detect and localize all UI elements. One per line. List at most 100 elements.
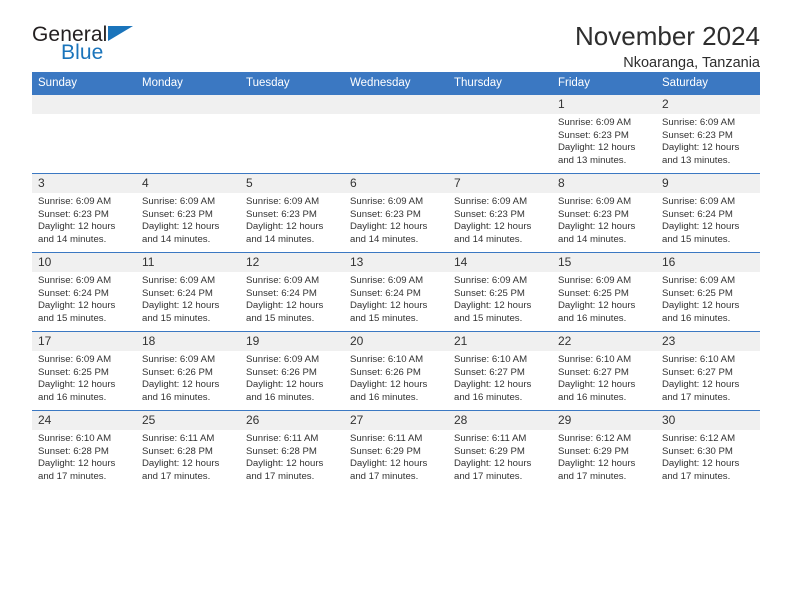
day-sun-info: Sunrise: 6:09 AM Sunset: 6:23 PM Daylight:…: [448, 193, 552, 246]
calendar-day-cell[interactable]: 29 Sunrise: 6:12 AM Sunset: 6:29 PM Dayligh…: [552, 410, 656, 489]
daylight-duration-line2: and 16 minutes.: [350, 391, 419, 403]
calendar-day-cell[interactable]: 27 Sunrise: 6:11 AM Sunset: 6:29 PM Dayligh…: [344, 410, 448, 489]
daylight-duration-line2: and 13 minutes.: [662, 154, 731, 166]
sunset-time: Sunset: 6:29 PM: [558, 445, 629, 457]
calendar-day-cell[interactable]: 25 Sunrise: 6:11 AM Sunset: 6:28 PM Dayligh…: [136, 410, 240, 489]
day-number: 23: [656, 332, 760, 351]
sunset-time: Sunset: 6:24 PM: [142, 287, 213, 299]
calendar-day-cell[interactable]: 21 Sunrise: 6:10 AM Sunset: 6:27 PM Dayligh…: [448, 331, 552, 411]
calendar-day-cell[interactable]: 20 Sunrise: 6:10 AM Sunset: 6:26 PM Dayligh…: [344, 331, 448, 411]
daylight-duration-line1: Daylight: 12 hours: [38, 221, 116, 233]
day-sun-info: Sunrise: 6:09 AM Sunset: 6:23 PM Daylight:…: [552, 193, 656, 246]
triangle-flag-icon: [108, 26, 133, 41]
daylight-duration-line2: and 17 minutes.: [454, 470, 523, 482]
day-sun-info: Sunrise: 6:12 AM Sunset: 6:29 PM Daylight:…: [552, 430, 656, 483]
daylight-duration-line1: Daylight: 12 hours: [558, 142, 636, 154]
calendar-day-cell[interactable]: 13 Sunrise: 6:09 AM Sunset: 6:24 PM Dayligh…: [344, 252, 448, 332]
day-sun-info: Sunrise: 6:09 AM Sunset: 6:26 PM Daylight:…: [136, 351, 240, 404]
weekday-header-wednesday: Wednesday: [344, 72, 448, 95]
daylight-duration-line2: and 17 minutes.: [662, 470, 731, 482]
calendar-day-cell[interactable]: 22 Sunrise: 6:10 AM Sunset: 6:27 PM Dayligh…: [552, 331, 656, 411]
daylight-duration-line1: Daylight: 12 hours: [454, 300, 532, 312]
calendar-day-cell[interactable]: 30 Sunrise: 6:12 AM Sunset: 6:30 PM Dayligh…: [656, 410, 760, 489]
calendar-day-cell[interactable]: 4 Sunrise: 6:09 AM Sunset: 6:23 PM Daylight…: [136, 173, 240, 253]
daylight-duration-line2: and 16 minutes.: [246, 391, 315, 403]
daylight-duration-line1: Daylight: 12 hours: [558, 379, 636, 391]
daylight-duration-line1: Daylight: 12 hours: [142, 458, 220, 470]
day-number: 30: [656, 411, 760, 430]
sunrise-time: Sunrise: 6:09 AM: [142, 196, 216, 207]
calendar-day-cell[interactable]: 12 Sunrise: 6:09 AM Sunset: 6:24 PM Dayligh…: [240, 252, 344, 332]
sunrise-time: Sunrise: 6:09 AM: [350, 196, 424, 207]
brand-logo[interactable]: General Blue: [32, 22, 150, 68]
sunset-time: Sunset: 6:29 PM: [454, 445, 525, 457]
daylight-duration-line1: Daylight: 12 hours: [246, 458, 324, 470]
calendar-day-cell[interactable]: 9 Sunrise: 6:09 AM Sunset: 6:24 PM Daylight…: [656, 173, 760, 253]
daylight-duration-line1: Daylight: 12 hours: [662, 379, 740, 391]
daylight-duration-line2: and 16 minutes.: [38, 391, 107, 403]
day-number: 10: [32, 253, 136, 272]
calendar-day-cell[interactable]: 15 Sunrise: 6:09 AM Sunset: 6:25 PM Dayligh…: [552, 252, 656, 332]
day-sun-info: Sunrise: 6:09 AM Sunset: 6:23 PM Daylight:…: [656, 114, 760, 167]
day-number: 28: [448, 411, 552, 430]
daylight-duration-line1: Daylight: 12 hours: [350, 458, 428, 470]
daylight-duration-line2: and 17 minutes.: [558, 470, 627, 482]
weekday-header-saturday: Saturday: [656, 72, 760, 95]
calendar-day-cell[interactable]: 17 Sunrise: 6:09 AM Sunset: 6:25 PM Dayligh…: [32, 331, 136, 411]
daylight-duration-line2: and 15 minutes.: [142, 312, 211, 324]
calendar-cell-empty: [448, 95, 552, 174]
sunset-time: Sunset: 6:26 PM: [246, 366, 317, 378]
daylight-duration-line1: Daylight: 12 hours: [142, 300, 220, 312]
calendar-day-cell[interactable]: 28 Sunrise: 6:11 AM Sunset: 6:29 PM Dayligh…: [448, 410, 552, 489]
calendar-day-cell[interactable]: 26 Sunrise: 6:11 AM Sunset: 6:28 PM Dayligh…: [240, 410, 344, 489]
sunrise-time: Sunrise: 6:09 AM: [350, 275, 424, 286]
daylight-duration-line2: and 17 minutes.: [662, 391, 731, 403]
day-number: 22: [552, 332, 656, 351]
calendar-day-cell[interactable]: 16 Sunrise: 6:09 AM Sunset: 6:25 PM Dayligh…: [656, 252, 760, 332]
calendar-day-cell[interactable]: 10 Sunrise: 6:09 AM Sunset: 6:24 PM Dayligh…: [32, 252, 136, 332]
day-number: 15: [552, 253, 656, 272]
day-number: 8: [552, 174, 656, 193]
calendar-day-cell[interactable]: 24 Sunrise: 6:10 AM Sunset: 6:28 PM Dayligh…: [32, 410, 136, 489]
calendar-day-cell[interactable]: 7 Sunrise: 6:09 AM Sunset: 6:23 PM Daylight…: [448, 173, 552, 253]
weekday-header-row: Sunday Monday Tuesday Wednesday Thursday…: [32, 72, 760, 95]
day-number: 24: [32, 411, 136, 430]
calendar-table: Sunday Monday Tuesday Wednesday Thursday…: [32, 72, 760, 489]
sunrise-time: Sunrise: 6:10 AM: [38, 433, 112, 444]
sunset-time: Sunset: 6:25 PM: [558, 287, 629, 299]
weekday-header-sunday: Sunday: [32, 72, 136, 95]
calendar-day-cell[interactable]: 1 Sunrise: 6:09 AM Sunset: 6:23 PM Daylight…: [552, 95, 656, 174]
day-number: 29: [552, 411, 656, 430]
calendar-day-cell[interactable]: 5 Sunrise: 6:09 AM Sunset: 6:23 PM Daylight…: [240, 173, 344, 253]
day-sun-info: Sunrise: 6:09 AM Sunset: 6:24 PM Daylight:…: [656, 193, 760, 246]
calendar-day-cell[interactable]: 14 Sunrise: 6:09 AM Sunset: 6:25 PM Dayligh…: [448, 252, 552, 332]
day-number: 19: [240, 332, 344, 351]
page-subtitle: Nkoaranga, Tanzania: [623, 54, 760, 71]
daylight-duration-line1: Daylight: 12 hours: [38, 458, 116, 470]
daylight-duration-line1: Daylight: 12 hours: [246, 221, 324, 233]
daylight-duration-line2: and 14 minutes.: [142, 233, 211, 245]
calendar-day-cell[interactable]: 2 Sunrise: 6:09 AM Sunset: 6:23 PM Daylight…: [656, 95, 760, 174]
calendar-day-cell[interactable]: 19 Sunrise: 6:09 AM Sunset: 6:26 PM Dayligh…: [240, 331, 344, 411]
day-number: [240, 95, 344, 114]
calendar-cell-empty: [344, 95, 448, 174]
calendar-day-cell[interactable]: 3 Sunrise: 6:09 AM Sunset: 6:23 PM Daylight…: [32, 173, 136, 253]
day-number: 12: [240, 253, 344, 272]
day-sun-info: Sunrise: 6:09 AM Sunset: 6:24 PM Daylight:…: [240, 272, 344, 325]
calendar-day-cell[interactable]: 8 Sunrise: 6:09 AM Sunset: 6:23 PM Daylight…: [552, 173, 656, 253]
title-block: November 2024 Nkoaranga, Tanzania: [575, 21, 760, 75]
sunrise-time: Sunrise: 6:09 AM: [454, 275, 528, 286]
day-sun-info: Sunrise: 6:11 AM Sunset: 6:29 PM Daylight:…: [448, 430, 552, 483]
sunset-time: Sunset: 6:24 PM: [38, 287, 109, 299]
calendar-day-cell[interactable]: 6 Sunrise: 6:09 AM Sunset: 6:23 PM Daylight…: [344, 173, 448, 253]
daylight-duration-line1: Daylight: 12 hours: [662, 458, 740, 470]
day-sun-info: Sunrise: 6:12 AM Sunset: 6:30 PM Daylight:…: [656, 430, 760, 483]
daylight-duration-line1: Daylight: 12 hours: [558, 300, 636, 312]
calendar-day-cell[interactable]: 18 Sunrise: 6:09 AM Sunset: 6:26 PM Dayligh…: [136, 331, 240, 411]
weekday-header-tuesday: Tuesday: [240, 72, 344, 95]
day-sun-info: Sunrise: 6:09 AM Sunset: 6:25 PM Daylight:…: [656, 272, 760, 325]
calendar-day-cell[interactable]: 23 Sunrise: 6:10 AM Sunset: 6:27 PM Dayligh…: [656, 331, 760, 411]
sunset-time: Sunset: 6:24 PM: [350, 287, 421, 299]
calendar-day-cell[interactable]: 11 Sunrise: 6:09 AM Sunset: 6:24 PM Dayligh…: [136, 252, 240, 332]
brand-name-blue: Blue: [61, 41, 104, 64]
